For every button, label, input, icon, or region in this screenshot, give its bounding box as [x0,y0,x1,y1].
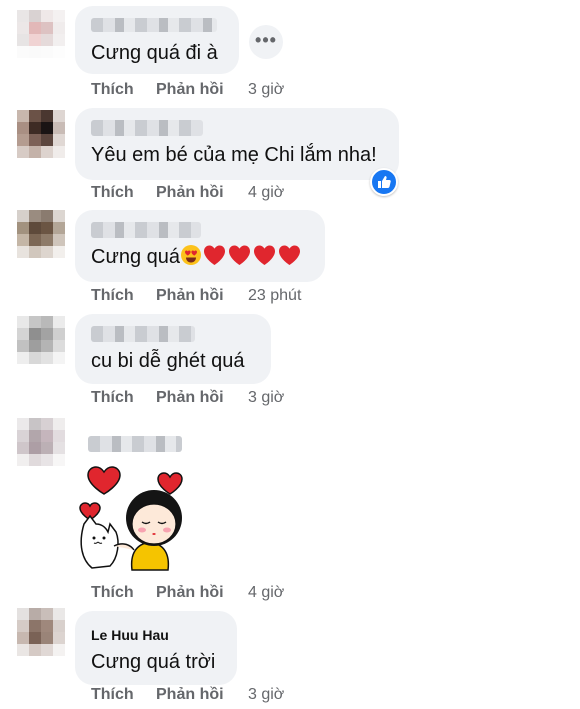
avatar[interactable] [17,316,65,364]
comment-actions: Thích Phản hồi 4 giờ [91,184,284,202]
heart-icon [254,245,276,265]
thumbs-up-icon [378,176,391,188]
comment-bubble: cu bi dễ ghét quá [75,314,271,384]
like-link[interactable]: Thích [91,584,156,602]
like-link[interactable]: Thích [91,184,156,202]
comment-actions: Thích Phản hồi 3 giờ [91,686,284,704]
comment-bubble: Le Huu Hau Cưng quá trời [75,611,237,685]
avatar[interactable] [17,210,65,258]
commenter-name[interactable] [88,436,182,452]
timestamp[interactable]: 23 phút [248,287,301,305]
ellipsis-icon: ••• [255,30,277,50]
like-link[interactable]: Thích [91,686,156,704]
comment-text: Cưng quá trời [91,651,216,673]
timestamp[interactable]: 3 giờ [248,389,284,407]
like-reaction-badge[interactable] [370,168,398,196]
commenter-name[interactable] [91,222,201,238]
comment-text: Cưng quá [91,244,311,270]
comment-text-label: Cưng quá [91,246,181,268]
timestamp[interactable]: 4 giờ [248,184,284,202]
comment-actions: Thích Phản hồi 23 phút [91,287,301,305]
girl-hugging-cat-sticker[interactable] [70,462,190,572]
reply-link[interactable]: Phản hồi [156,584,248,602]
avatar[interactable] [17,418,65,466]
reply-link[interactable]: Phản hồi [156,686,248,704]
commenter-name[interactable] [91,326,195,342]
comment-text: Yêu em bé của mẹ Chi lắm nha! [91,144,377,166]
timestamp[interactable]: 3 giờ [248,81,284,99]
comment-bubble: Cưng quá [75,210,325,282]
reply-link[interactable]: Phản hồi [156,389,248,407]
comment-actions: Thích Phản hồi 3 giờ [91,81,284,99]
timestamp[interactable]: 3 giờ [248,686,284,704]
reply-link[interactable]: Phản hồi [156,81,248,99]
avatar[interactable] [17,10,65,58]
like-link[interactable]: Thích [91,287,156,305]
comment-text: cu bi dễ ghét quá [91,350,245,372]
like-link[interactable]: Thích [91,389,156,407]
more-options-button[interactable]: ••• [249,25,283,59]
heart-icon [279,245,301,265]
heart-icon [204,245,226,265]
avatar[interactable] [17,608,65,656]
comment-actions: Thích Phản hồi 3 giờ [91,389,284,407]
timestamp[interactable]: 4 giờ [248,584,284,602]
like-link[interactable]: Thích [91,81,156,99]
comment-bubble: Cưng quá đi à [75,6,239,74]
heart-icon [229,245,251,265]
heart-eyes-emoji-icon [181,245,202,265]
commenter-name[interactable]: Le Huu Hau [91,627,223,643]
reply-link[interactable]: Phản hồi [156,287,248,305]
commenter-name[interactable] [91,120,203,136]
comment-actions: Thích Phản hồi 4 giờ [91,584,284,602]
commenter-name[interactable] [91,18,217,32]
reply-link[interactable]: Phản hồi [156,184,248,202]
comment-bubble: Yêu em bé của mẹ Chi lắm nha! [75,108,399,180]
avatar[interactable] [17,110,65,158]
comment-text: Cưng quá đi à [91,42,218,64]
